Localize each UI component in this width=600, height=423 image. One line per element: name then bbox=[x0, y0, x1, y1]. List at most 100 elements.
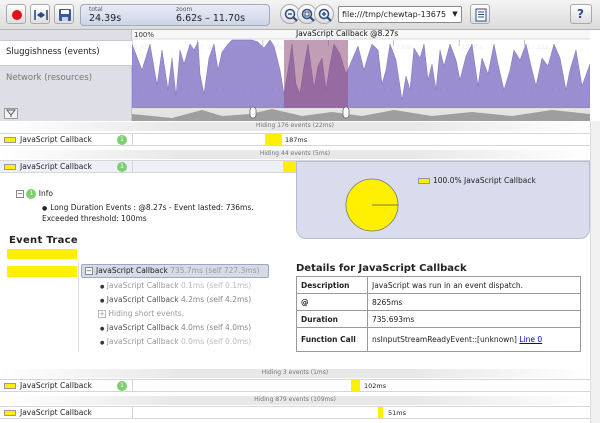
event-row[interactable]: JavaScript Callback 51ms bbox=[0, 406, 590, 419]
graph-row-labels: Sluggishness (events) Network (resources… bbox=[0, 30, 132, 121]
zoom-label: zoom bbox=[176, 6, 193, 13]
duration-key: Duration bbox=[296, 310, 368, 328]
event-color-swatch bbox=[4, 383, 16, 389]
function-call-key: Function Call bbox=[296, 327, 368, 352]
tick-label: 9.68s bbox=[396, 43, 414, 51]
event-duration-label: 102ms bbox=[364, 382, 387, 390]
row-label-sluggishness[interactable]: Sluggishness (events) bbox=[0, 40, 132, 66]
trace-node-detail: 0.1ms (self 0.1ms) bbox=[180, 281, 252, 290]
save-button[interactable] bbox=[54, 4, 74, 24]
event-duration-bar[interactable] bbox=[265, 134, 282, 145]
event-name: JavaScript Callback bbox=[20, 408, 92, 417]
info-count-badge: 1 bbox=[26, 189, 37, 199]
percent-100-label: 100% bbox=[134, 31, 155, 39]
description-key: Description bbox=[296, 276, 368, 294]
trace-node-root[interactable]: − JavaScript Callback 735.7ms (self 727.… bbox=[81, 264, 269, 278]
trace-node-name: Hiding short events. bbox=[108, 309, 185, 318]
event-name: JavaScript Callback bbox=[20, 162, 92, 171]
dropdown-arrow-icon: ▼ bbox=[449, 7, 461, 22]
sluggishness-graph[interactable]: 6.62s7.39s8.16s8.92s9.68s10.45s11.21s bbox=[132, 30, 590, 121]
trace-node[interactable]: ● JavaScript Callback 0.1ms (self 0.1ms) bbox=[100, 281, 251, 290]
event-count-badge: 1 bbox=[117, 162, 127, 172]
event-trace-title: Event Trace bbox=[9, 235, 78, 246]
hiding-events-label[interactable]: Hiding 879 events (109ms) bbox=[0, 396, 590, 405]
hiding-events-label[interactable]: Hiding 3 events (1ms) bbox=[0, 369, 590, 378]
filter-icon bbox=[5, 109, 17, 117]
time-range-display: total 24.39s zoom 6.62s – 11.70s bbox=[80, 4, 270, 26]
collapse-toggle-icon[interactable]: − bbox=[16, 190, 24, 198]
trace-node-name: JavaScript Callback bbox=[106, 295, 179, 304]
zoom-handle-left[interactable] bbox=[249, 106, 257, 119]
event-color-swatch bbox=[4, 137, 16, 143]
event-duration-bar[interactable] bbox=[378, 407, 383, 418]
trace-node-detail: 0.0ms (self 0.0ms) bbox=[180, 337, 252, 346]
tick-label: 11.21s bbox=[527, 43, 550, 51]
filter-button[interactable] bbox=[4, 108, 18, 119]
zoom-in-button[interactable] bbox=[314, 4, 334, 24]
selection-highlight[interactable] bbox=[284, 40, 348, 108]
file-select[interactable]: file:///tmp/chewtap-13675 ▼ bbox=[338, 6, 462, 23]
total-value: 24.39s bbox=[89, 13, 122, 24]
trace-node-name: JavaScript Callback bbox=[96, 266, 168, 275]
document-list-icon bbox=[475, 8, 487, 22]
info-label: Info bbox=[38, 189, 53, 198]
trace-bar bbox=[7, 266, 77, 277]
bullet-icon: ● bbox=[100, 340, 105, 346]
zoom-in-icon bbox=[318, 8, 332, 22]
bullet-icon: ● bbox=[42, 205, 48, 212]
event-name: JavaScript Callback bbox=[20, 135, 92, 144]
record-button[interactable] bbox=[6, 4, 26, 24]
pie-chart bbox=[345, 178, 399, 232]
trace-node[interactable]: ● JavaScript Callback 4.2ms (self 4.2ms) bbox=[100, 295, 251, 304]
trace-node-name: JavaScript Callback bbox=[106, 337, 179, 346]
selection-tooltip: JavaScript Callback @8.27s bbox=[296, 29, 399, 38]
trace-node[interactable]: ● JavaScript Callback 4.0ms (self 4.0ms) bbox=[100, 323, 251, 332]
expand-toggle-icon[interactable]: + bbox=[98, 310, 106, 318]
info-line: ● Long Duration Events : @8.27s - Event l… bbox=[42, 203, 254, 212]
bullet-icon: ● bbox=[100, 298, 105, 304]
event-duration-bar[interactable] bbox=[351, 380, 360, 391]
legend-label: 100.0% JavaScript Callback bbox=[433, 176, 536, 185]
hiding-events-label[interactable]: Hiding 44 events (5ms) bbox=[0, 150, 590, 159]
zoom-handle-right[interactable] bbox=[342, 106, 350, 119]
log-view-button[interactable] bbox=[470, 4, 490, 24]
duration-value: 735.693ms bbox=[367, 310, 581, 328]
info-line-text: Long Duration Events : @8.27s - Event la… bbox=[50, 203, 254, 212]
source-line-link[interactable]: Line 0 bbox=[519, 335, 542, 344]
bullet-icon: ● bbox=[100, 326, 105, 332]
trace-node-hidden[interactable]: + Hiding short events. bbox=[98, 309, 184, 318]
at-key: @ bbox=[296, 293, 368, 311]
file-select-value: file:///tmp/chewtap-13675 bbox=[342, 10, 447, 19]
bullet-icon: ● bbox=[100, 284, 105, 290]
details-table: Description JavaScript was run in an eve… bbox=[296, 276, 581, 352]
at-value: 8265ms bbox=[367, 293, 581, 311]
zoom-fit-button[interactable] bbox=[30, 4, 50, 24]
record-icon bbox=[12, 10, 22, 20]
event-color-swatch bbox=[4, 164, 16, 170]
vertical-scrollbar[interactable] bbox=[590, 121, 600, 423]
trace-node-label: JavaScript Callback 735.7ms (self 727.3m… bbox=[96, 266, 259, 275]
hiding-events-label[interactable]: Hiding 176 events (22ms) bbox=[0, 122, 590, 131]
toolbar: total 24.39s zoom 6.62s – 11.70s file://… bbox=[0, 0, 600, 30]
row-label-network[interactable]: Network (resources) bbox=[6, 73, 92, 83]
fit-range-icon bbox=[34, 10, 48, 20]
description-value: JavaScript was run in an event dispatch. bbox=[367, 276, 581, 294]
help-button[interactable]: ? bbox=[570, 4, 592, 24]
event-count-badge: 1 bbox=[117, 381, 127, 391]
event-count-badge: 1 bbox=[117, 135, 127, 145]
event-row[interactable]: JavaScript Callback 1 187ms bbox=[0, 133, 590, 146]
trace-node-name: JavaScript Callback bbox=[106, 281, 179, 290]
event-duration-label: 51ms bbox=[388, 409, 406, 417]
trace-node-detail: 4.0ms (self 4.0ms) bbox=[180, 323, 252, 332]
details-title: Details for JavaScript Callback bbox=[296, 263, 467, 274]
collapse-toggle-icon[interactable]: − bbox=[85, 267, 93, 275]
info-section[interactable]: − 1 Info bbox=[16, 189, 53, 199]
event-name: JavaScript Callback bbox=[20, 381, 92, 390]
info-line-threshold: Exceeded threshold: 100ms bbox=[42, 214, 147, 223]
trace-node[interactable]: ● JavaScript Callback 0.0ms (self 0.0ms) bbox=[100, 337, 251, 346]
zoom-value: 6.62s – 11.70s bbox=[176, 13, 246, 24]
event-color-swatch bbox=[4, 410, 16, 416]
total-label: total bbox=[89, 6, 103, 13]
event-row[interactable]: JavaScript Callback 1 102ms bbox=[0, 379, 590, 392]
event-duration-label: 187ms bbox=[285, 136, 308, 144]
